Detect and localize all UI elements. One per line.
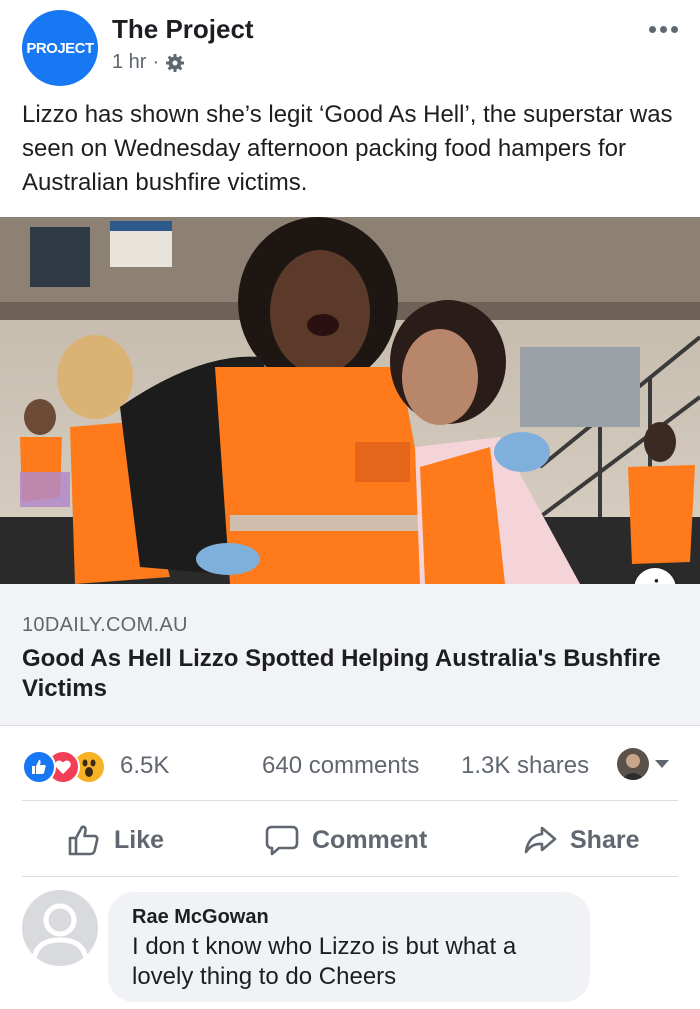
post-stats: 6.5K 640 comments 1.3K shares: [0, 736, 700, 798]
page-avatar[interactable]: PROJECT: [22, 10, 98, 86]
like-button[interactable]: Like: [66, 818, 164, 862]
reaction-icons[interactable]: [22, 750, 110, 784]
more-options-button[interactable]: [649, 26, 678, 33]
like-label: Like: [114, 825, 165, 854]
link-preview-image[interactable]: [0, 217, 700, 584]
post-text: Lizzo has shown she’s legit ‘Good As Hel…: [22, 101, 673, 196]
divider: [22, 876, 678, 877]
comment-item: Rae McGowan I don t know who Lizzo is bu…: [0, 884, 700, 1009]
post-meta: 1 hr ·: [112, 51, 185, 74]
comment-button[interactable]: Comment: [264, 818, 427, 862]
link-headline[interactable]: Good As Hell Lizzo Spotted Helping Austr…: [22, 644, 662, 704]
more-dot-icon: [660, 26, 667, 33]
more-dot-icon: [671, 26, 678, 33]
volunteers-photo: [0, 217, 700, 584]
comment-icon: [265, 825, 299, 856]
default-avatar-icon[interactable]: [22, 890, 98, 966]
post-header: PROJECT The Project 1 hr ·: [0, 0, 700, 92]
reaction-count[interactable]: 6.5K: [120, 752, 169, 780]
comment-label: Comment: [312, 825, 428, 854]
like-reaction-icon: [22, 750, 56, 784]
link-preview[interactable]: 10DAILY.COM.AU Good As Hell Lizzo Spotte…: [0, 584, 700, 726]
more-dot-icon: [649, 26, 656, 33]
share-button[interactable]: Share: [522, 818, 639, 862]
post-actions: Like Comment Share: [0, 806, 700, 874]
chevron-down-icon[interactable]: [655, 760, 669, 768]
share-icon: [524, 826, 557, 854]
comments-count[interactable]: 640 comments: [262, 752, 419, 780]
gear-icon: [166, 53, 185, 72]
shares-count[interactable]: 1.3K shares: [461, 752, 589, 780]
thumbs-up-icon: [68, 825, 99, 856]
share-label: Share: [570, 825, 640, 854]
meta-separator: ·: [152, 51, 160, 73]
comment-bubble: Rae McGowan I don t know who Lizzo is bu…: [108, 892, 590, 1002]
page-name[interactable]: The Project: [112, 14, 254, 45]
comment-text: I don t know who Lizzo is but what a lov…: [132, 933, 517, 990]
viewer-avatar[interactable]: [617, 748, 649, 780]
post-time[interactable]: 1 hr: [112, 51, 146, 74]
comment-author[interactable]: Rae McGowan: [132, 906, 269, 929]
page-avatar-logo: PROJECT: [26, 39, 94, 57]
link-domain: 10DAILY.COM.AU: [22, 614, 188, 636]
divider: [22, 800, 678, 801]
